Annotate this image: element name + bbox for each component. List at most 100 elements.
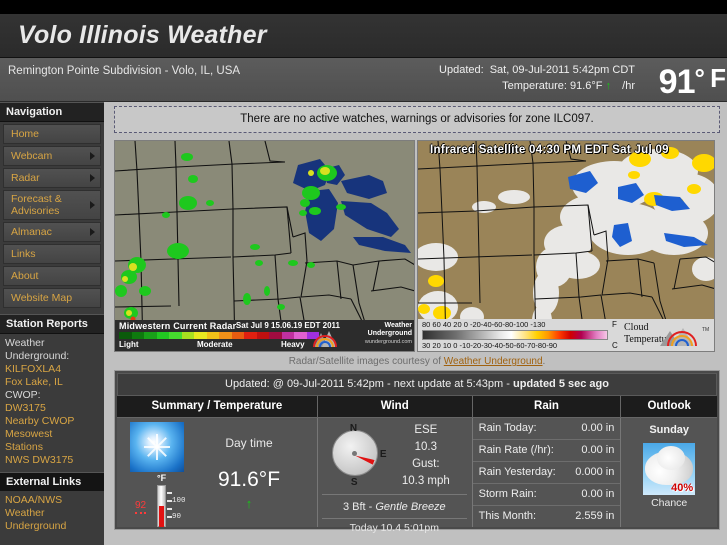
wind-beaufort: 3 Bft - Gentle Breeze [321,494,467,513]
imagery-courtesy: Radar/Satellite images courtesy of Weath… [114,352,720,370]
compass-hub [352,450,358,456]
rain-value: 0.00 in [581,422,615,434]
conditions-panel: Updated: @ 09-Jul-2011 5:42pm - next upd… [114,370,720,534]
beaufort-description: Gentle Breeze [375,501,446,513]
satellite-unit-f: F [612,320,617,329]
courtesy-link[interactable]: Weather Underground [444,356,543,367]
chevron-right-icon [90,228,95,236]
rain-row-rate: Rain Rate (/hr): 0.00 in [472,440,621,462]
rain-row-yesterday: Rain Yesterday: 0.000 in [472,462,621,484]
sidebar-nav-menu: Home Webcam Radar Forecast & Advisories … [0,122,104,314]
panel-update-text: Updated: @ 09-Jul-2011 5:42pm - next upd… [225,378,504,390]
station-link-kilfoxla4[interactable]: KILFOXLA4 [5,363,99,376]
table-header-row: Summary / Temperature Wind Rain Outlook [117,396,717,418]
satellite-unit-c: C [612,341,618,350]
satellite-scale-celsius: 30 20 10 0 -10-20-30-40-50-60-70-80-90 [422,341,558,350]
radar-title: Midwestern Current Radar [119,321,237,331]
rain-row-storm: Storm Rain: 0.00 in [472,484,621,506]
sidebar-nav-heading: Navigation [0,102,104,122]
header-temperature-line: Temperature: 91.6°F ↑ /hr [439,78,635,94]
station-link-nearby-cwop[interactable]: Nearby CWOP [5,415,99,428]
station-link-dw3175[interactable]: DW3175 [5,402,99,415]
rain-label: Rain Yesterday: [478,466,556,478]
sidebar-item-forecast-advisories[interactable]: Forecast & Advisories [3,190,101,220]
column-header-rain: Rain [472,396,622,418]
rain-row-month: This Month: 2.559 in [473,506,621,527]
station-link-fox-lake[interactable]: Fox Lake, IL [5,376,99,389]
satellite-image[interactable]: Infrared Satellite 04:30 PM EDT Sat Jul … [417,140,715,352]
wind-direction: ESE [414,424,438,436]
sidebar-item-label: Webcam [11,150,53,162]
column-header-summary: Summary / Temperature [117,396,318,418]
radar-scale-moderate: Moderate [197,340,233,349]
rain-label: Rain Rate (/hr): [478,444,554,456]
sidebar-item-home[interactable]: Home [3,124,101,144]
sidebar-item-webcam[interactable]: Webcam [3,146,101,166]
thermometer-tick-90: 90 [172,513,182,521]
updated-value: Sat, 09-Jul-2011 5:42pm CDT [489,64,635,76]
panel-update-bar: Updated: @ 09-Jul-2011 5:42pm - next upd… [117,373,717,396]
panel-update-ago: updated 5 sec ago [513,378,609,390]
rain-value: 0.00 in [581,444,615,456]
weather-underground-logo-icon: TM [660,327,709,347]
rain-value: 0.00 in [581,488,615,500]
sidebar-item-radar[interactable]: Radar [3,168,101,188]
courtesy-suffix: . [542,356,546,367]
body-wrapper: Navigation Home Webcam Radar Forecast & … [0,102,727,545]
beaufort-number: 3 Bft - [342,501,376,513]
wind-gust-label: Gust: [412,458,440,470]
sidebar-station-list: Weather Underground: KILFOXLA4 Fox Lake,… [0,334,104,470]
external-link-underground[interactable]: Underground [5,520,99,533]
sidebar-station-heading: Station Reports [0,314,104,334]
column-header-outlook: Outlook [620,396,717,418]
chevron-right-icon [90,152,95,160]
cell-wind: N S E ESE 10.3 Gust: 10.3 mph 3 Bft - Ge… [317,417,473,534]
radar-image[interactable]: Midwestern Current Radar Sat Jul 9 15.06… [114,140,415,352]
big-temperature: 91° F [659,56,726,104]
external-link-weather[interactable]: Weather [5,507,99,520]
external-link-noaa-nws[interactable]: NOAA/NWS [5,494,99,507]
outlook-content: Sunday 40% Chance [621,418,717,526]
sidebar-item-about[interactable]: About [3,266,101,286]
sidebar-item-label: Home [11,128,40,140]
compass-needle [354,453,375,465]
temperature-label: Temperature: [502,80,567,92]
chevron-right-icon [90,201,95,209]
cloud-shape-top [657,446,686,470]
sun-icon [130,422,184,472]
wind-today: Today 10.4 5:01pm [321,518,467,534]
summary-trend-up-icon: ↑ [245,496,253,511]
satellite-color-gradient [422,330,608,340]
advisory-text: There are no active watches, warnings or… [240,113,594,125]
summary-content: Day time 91.6°F ↑ °F 100 90 92 [117,418,317,527]
weather-underground-rainbow-icon [313,331,337,348]
station-line: Weather [5,337,45,349]
panel-update-separator: - [503,378,513,390]
cell-rain: Rain Today: 0.00 in Rain Rate (/hr): 0.0… [472,417,622,527]
station-link-nws-dw3175[interactable]: NWS DW3175 [5,454,99,467]
sidebar-external-list: NOAA/NWS Weather Underground [0,491,104,536]
cell-outlook: Sunday 40% Chance [620,417,717,527]
radar-scale-heavy: Heavy [281,340,305,349]
radar-color-scale [119,332,319,339]
sidebar-item-almanac[interactable]: Almanac [3,222,101,242]
rain-label: This Month: [478,510,537,522]
header-updated-block: Updated: Sat, 09-Jul-2011 5:42pm CDT Temp… [439,62,635,94]
thermometer-unit: °F [157,473,167,483]
sidebar-item-label: About [11,270,39,282]
station-link-mesowest[interactable]: Mesowest [5,428,99,441]
thermometer-mercury [159,506,164,527]
main-content: There are no active watches, warnings or… [104,102,727,545]
rain-row-today: Rain Today: 0.00 in [472,418,621,440]
cloudy-icon: 40% [643,443,696,495]
conditions-table: Summary / Temperature Wind Rain Outlook [117,396,717,534]
radar-provider-url: wunderground.com [364,339,412,345]
summary-temperature: 91.6°F [217,468,281,491]
station-line: Underground: [5,350,70,362]
station-link-stations[interactable]: Stations [5,441,99,454]
rain-list: Rain Today: 0.00 in Rain Rate (/hr): 0.0… [472,418,621,527]
table-row: Day time 91.6°F ↑ °F 100 90 92 N S E ESE… [117,417,717,534]
thermometer-icon: °F 100 90 92 [135,473,193,527]
sidebar-item-website-map[interactable]: Website Map [3,288,101,308]
sidebar-item-links[interactable]: Links [3,244,101,264]
